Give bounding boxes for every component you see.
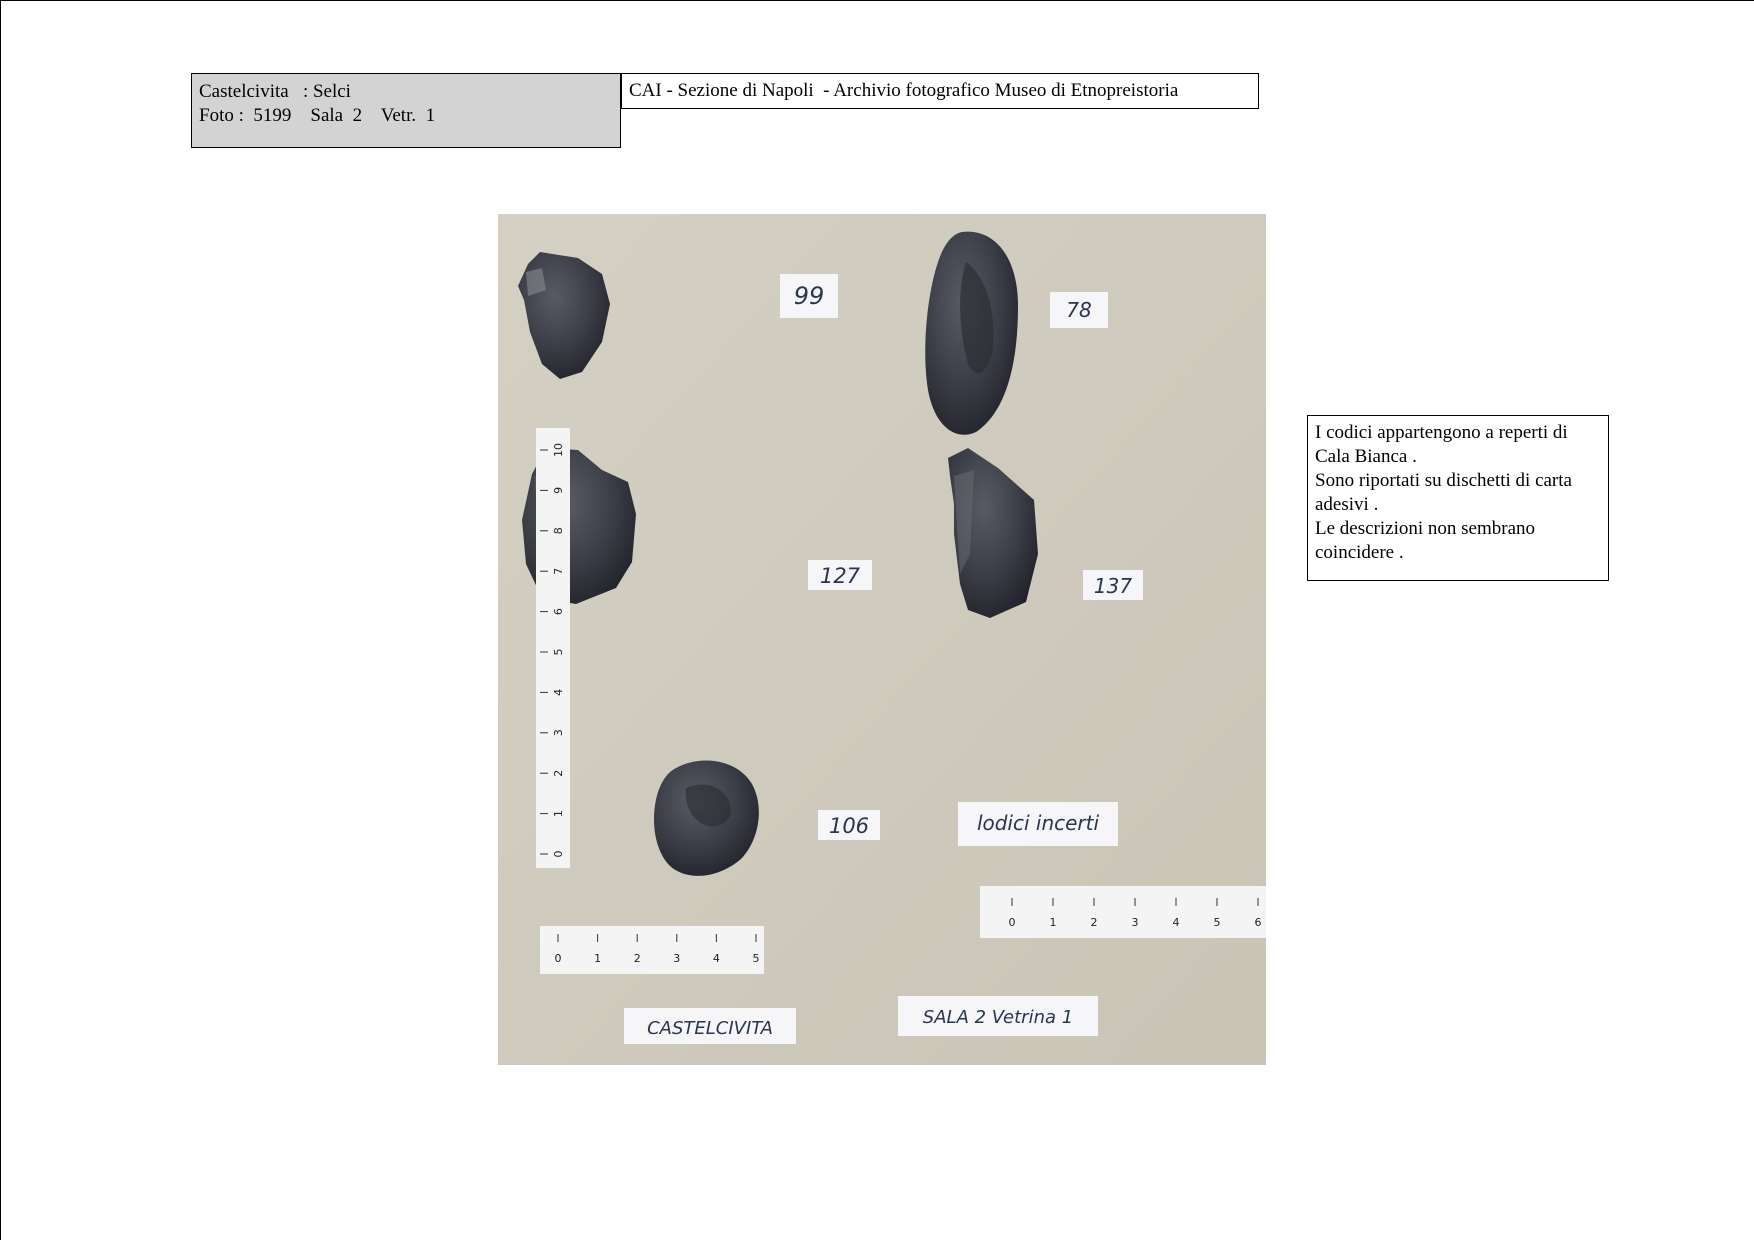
label-78: 78 [1050,292,1108,328]
ruler-number: 9 [552,487,565,494]
info-photo-line: Foto : 5199 Sala 2 Vetr. 1 [199,105,436,126]
note-line: coincidere . [1315,542,1404,563]
label-codici-text: lodici incerti [977,811,1100,835]
ruler-number: 10 [552,443,565,457]
label-127-text: 127 [820,564,861,588]
ruler-bottom-left: 0 1 2 3 4 5 [540,926,764,974]
ruler-number: 0 [552,851,565,858]
ruler-number: 3 [1132,916,1139,929]
ruler-number: 0 [555,952,562,965]
document-page: Castelcivita : Selci Foto : 5199 Sala 2 … [0,0,1754,1240]
ruler-number: 8 [552,527,565,534]
label-castelcivita: CASTELCIVITA [624,1008,796,1044]
label-137: 137 [1083,570,1143,600]
label-sala-vetrina: SALA 2 Vetrina 1 [898,996,1098,1036]
ruler-number: 3 [673,952,680,965]
ruler-number: 5 [1214,916,1221,929]
ruler-number: 7 [552,568,565,575]
note-line: Sono riportati su dischetti di carta [1315,470,1572,491]
ruler-vertical: 0 1 2 3 4 5 6 7 8 9 10 [536,428,570,868]
archive-header: CAI - Sezione di Napoli - Archivio fotog… [621,73,1259,109]
note-box: I codici appartengono a reperti di Cala … [1307,415,1609,581]
ruler-number: 2 [634,952,641,965]
ruler-number: 2 [552,770,565,777]
ruler-number: 1 [594,952,601,965]
info-site-line: Castelcivita : Selci [199,81,351,102]
label-99-text: 99 [794,282,825,310]
ruler-number: 3 [552,729,565,736]
ruler-number: 1 [1050,916,1057,929]
ruler-number: 4 [713,952,720,965]
label-137-text: 137 [1094,574,1132,598]
label-106: 106 [818,810,880,840]
ruler-number: 1 [552,810,565,817]
artifact-photo: 99 78 127 137 106 lodici incerti 0 1 2 3… [498,214,1266,1065]
ruler-number: 4 [552,689,565,696]
label-castelcivita-text: CASTELCIVITA [647,1018,773,1039]
label-codici-incerti: lodici incerti [958,802,1118,846]
label-78-text: 78 [1066,298,1091,322]
ruler-number: 0 [1009,916,1016,929]
ruler-number: 2 [1091,916,1098,929]
catalog-info-box: Castelcivita : Selci Foto : 5199 Sala 2 … [191,73,621,148]
label-sala-text: SALA 2 Vetrina 1 [923,1007,1073,1028]
ruler-bottom-right: 0 1 2 3 4 5 6 [980,886,1266,938]
ruler-number: 6 [1255,916,1262,929]
ruler-number: 5 [552,649,565,656]
note-line: Le descrizioni non sembrano [1315,518,1536,539]
note-line: I codici appartengono a reperti di [1315,422,1568,443]
ruler-number: 4 [1173,916,1180,929]
label-99: 99 [780,274,838,318]
label-106-text: 106 [829,814,869,838]
ruler-number: 6 [552,608,565,615]
label-127: 127 [808,560,872,590]
ruler-number: 5 [753,952,760,965]
note-line: adesivi . [1315,494,1379,515]
note-line: Cala Bianca . [1315,446,1417,467]
